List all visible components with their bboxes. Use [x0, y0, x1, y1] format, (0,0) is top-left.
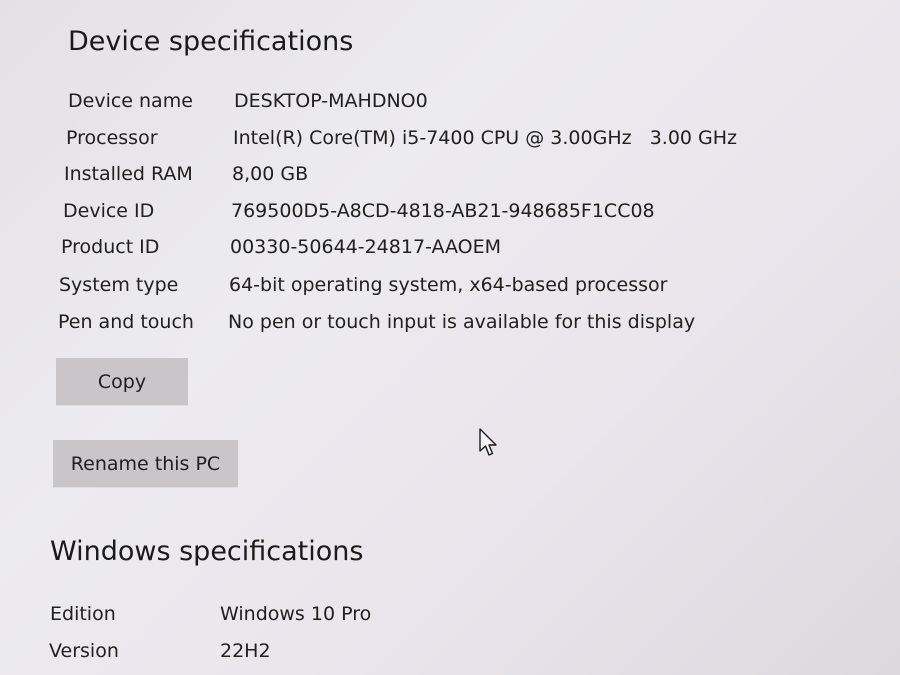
spec-label: System type: [59, 274, 179, 296]
spec-row-edition: Edition Windows 10 Pro: [50, 603, 810, 633]
spec-label: Processor: [66, 127, 158, 149]
spec-value: 00330-50644-24817-AAOEM: [230, 236, 502, 258]
spec-label: Pen and touch: [58, 311, 194, 333]
spec-row-pen-and-touch: Pen and touch No pen or touch input is a…: [58, 311, 818, 341]
mouse-pointer-icon: [479, 428, 497, 456]
spec-label: Installed RAM: [64, 163, 193, 185]
spec-value: Intel(R) Core(TM) i5-7400 CPU @ 3.00GHz …: [233, 127, 738, 149]
spec-value: 769500D5-A8CD-4818-AB21-948685F1CC08: [231, 200, 655, 222]
spec-value: 22H2: [220, 640, 271, 662]
copy-button[interactable]: Copy: [56, 358, 188, 405]
spec-label: Device name: [68, 90, 193, 112]
spec-label: Device ID: [63, 200, 155, 222]
spec-row-product-id: Product ID 00330-50644-24817-AAOEM: [61, 236, 821, 266]
spec-value: No pen or touch input is available for t…: [228, 311, 696, 333]
spec-row-device-name: Device name DESKTOP-MAHDNO0: [68, 90, 828, 120]
spec-label: Product ID: [61, 236, 160, 258]
rename-pc-button[interactable]: Rename this PC: [53, 440, 238, 487]
windows-specifications-heading: Windows specifications: [50, 536, 364, 567]
spec-label: Edition: [50, 603, 116, 625]
spec-row-device-id: Device ID 769500D5-A8CD-4818-AB21-948685…: [63, 200, 823, 230]
spec-value: Windows 10 Pro: [220, 603, 372, 625]
spec-row-system-type: System type 64-bit operating system, x64…: [59, 274, 819, 304]
spec-value: 8,00 GB: [232, 163, 309, 185]
spec-label: Version: [49, 640, 119, 662]
spec-row-processor: Processor Intel(R) Core(TM) i5-7400 CPU …: [66, 127, 826, 157]
spec-value: 64-bit operating system, x64-based proce…: [229, 274, 668, 296]
device-specifications-heading: Device specifications: [68, 26, 354, 57]
spec-row-version: Version 22H2: [49, 640, 809, 670]
spec-row-installed-ram: Installed RAM 8,00 GB: [64, 163, 824, 193]
spec-value: DESKTOP-MAHDNO0: [234, 90, 428, 112]
